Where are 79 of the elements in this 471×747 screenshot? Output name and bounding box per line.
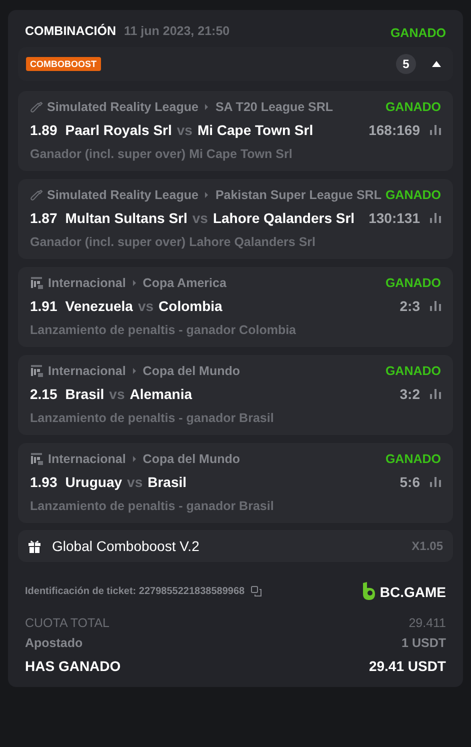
league-name[interactable]: Simulated Reality League <box>47 188 198 202</box>
versus-label: vs <box>176 122 192 138</box>
brand-name: BC.GAME <box>380 584 446 600</box>
bat-icon <box>30 100 43 114</box>
league-name[interactable]: Internacional <box>48 452 126 466</box>
total-value: 1 USDT <box>402 636 446 650</box>
comboboost-badge: COMBOBOOST <box>26 57 100 71</box>
separator-icon <box>132 456 136 462</box>
slip-status: GANADO <box>390 26 446 40</box>
match-score: 3:2 <box>400 386 420 402</box>
market-selection: Lanzamiento de penaltis - ganador Brasil <box>30 411 275 425</box>
copy-icon[interactable] <box>250 586 262 597</box>
stats-icon[interactable] <box>430 389 441 399</box>
match-score: 5:6 <box>400 474 420 490</box>
gift-icon <box>28 540 41 552</box>
bet-status: GANADO <box>385 364 441 378</box>
total-label: CUOTA TOTAL <box>25 616 110 630</box>
market-selection: Ganador (incl. super over) Mi Cape Town Srl <box>30 147 294 161</box>
total-value: 29.411 <box>408 616 446 630</box>
match-score: 168:169 <box>368 122 420 138</box>
emblem-icon <box>30 276 44 290</box>
team-name: Multan Sultans Srl <box>65 210 188 226</box>
odds-value: 1.89 <box>30 122 58 138</box>
total-label: Apostado <box>25 636 83 650</box>
boost-multiplier: X1.05 <box>412 539 443 553</box>
stats-icon[interactable] <box>430 125 441 135</box>
versus-label: vs <box>127 474 143 490</box>
bat-icon <box>30 188 43 202</box>
versus-label: vs <box>109 386 125 402</box>
odds-value: 1.91 <box>30 298 58 314</box>
market-selection: Ganador (incl. super over) Lahore Qalanders Srl <box>30 235 316 249</box>
total-label: HAS GANADO <box>25 658 121 674</box>
bet-status: GANADO <box>385 100 441 114</box>
odds-value: 1.87 <box>30 210 58 226</box>
separator-icon <box>132 368 136 374</box>
ticket-id: Identificación de ticket: 2279855221838589968 <box>25 586 245 597</box>
bet-status: GANADO <box>385 276 441 290</box>
odds-value: 2.15 <box>30 386 58 402</box>
team-name: Alemania <box>130 386 192 402</box>
versus-label: vs <box>192 210 208 226</box>
team-name: Colombia <box>158 298 222 314</box>
market-selection: Lanzamiento de penaltis - ganador Colombia <box>30 323 298 337</box>
team-name: Brasil <box>65 386 104 402</box>
team-name: Mi Cape Town Srl <box>197 122 314 138</box>
team-name: Lahore Qalanders Srl <box>212 210 355 226</box>
tournament-name[interactable]: SA T20 League SRL <box>215 100 334 114</box>
stats-icon[interactable] <box>430 301 441 311</box>
tournament-name[interactable]: Copa America <box>142 276 226 290</box>
match-score: 2:3 <box>400 298 420 314</box>
tournament-name[interactable]: Copa del Mundo <box>142 364 240 378</box>
separator-icon <box>132 280 136 286</box>
stats-icon[interactable] <box>430 477 441 487</box>
emblem-icon <box>30 364 44 378</box>
match-score: 130:131 <box>368 210 420 226</box>
league-name[interactable]: Internacional <box>48 364 126 378</box>
tournament-name[interactable]: Copa del Mundo <box>142 452 240 466</box>
selection-count: 5 <box>396 54 416 74</box>
stats-icon[interactable] <box>430 213 441 223</box>
team-name: Paarl Royals Srl <box>65 122 172 138</box>
bet-type-title: COMBINACIÓN <box>25 24 116 38</box>
team-name: Brasil <box>148 474 187 490</box>
separator-icon <box>205 104 208 110</box>
bet-status: GANADO <box>385 452 441 466</box>
total-value: 29.41 USDT <box>368 658 446 674</box>
team-name: Venezuela <box>65 298 133 314</box>
tournament-name[interactable]: Pakistan Super League SRL <box>215 188 382 202</box>
boost-name: Global Comboboost V.2 <box>52 538 200 554</box>
league-name[interactable]: Internacional <box>48 276 126 290</box>
market-selection: Lanzamiento de penaltis - ganador Brasil <box>30 499 275 513</box>
emblem-icon <box>30 452 44 466</box>
caret-icon[interactable] <box>432 61 440 67</box>
separator-icon <box>205 192 208 198</box>
brand-logo-icon <box>362 582 376 601</box>
bet-date: 11 jun 2023, 21:50 <box>124 24 230 38</box>
team-name: Uruguay <box>65 474 122 490</box>
versus-label: vs <box>138 298 154 314</box>
odds-value: 1.93 <box>30 474 58 490</box>
league-name[interactable]: Simulated Reality League <box>47 100 198 114</box>
bet-status: GANADO <box>385 188 441 202</box>
